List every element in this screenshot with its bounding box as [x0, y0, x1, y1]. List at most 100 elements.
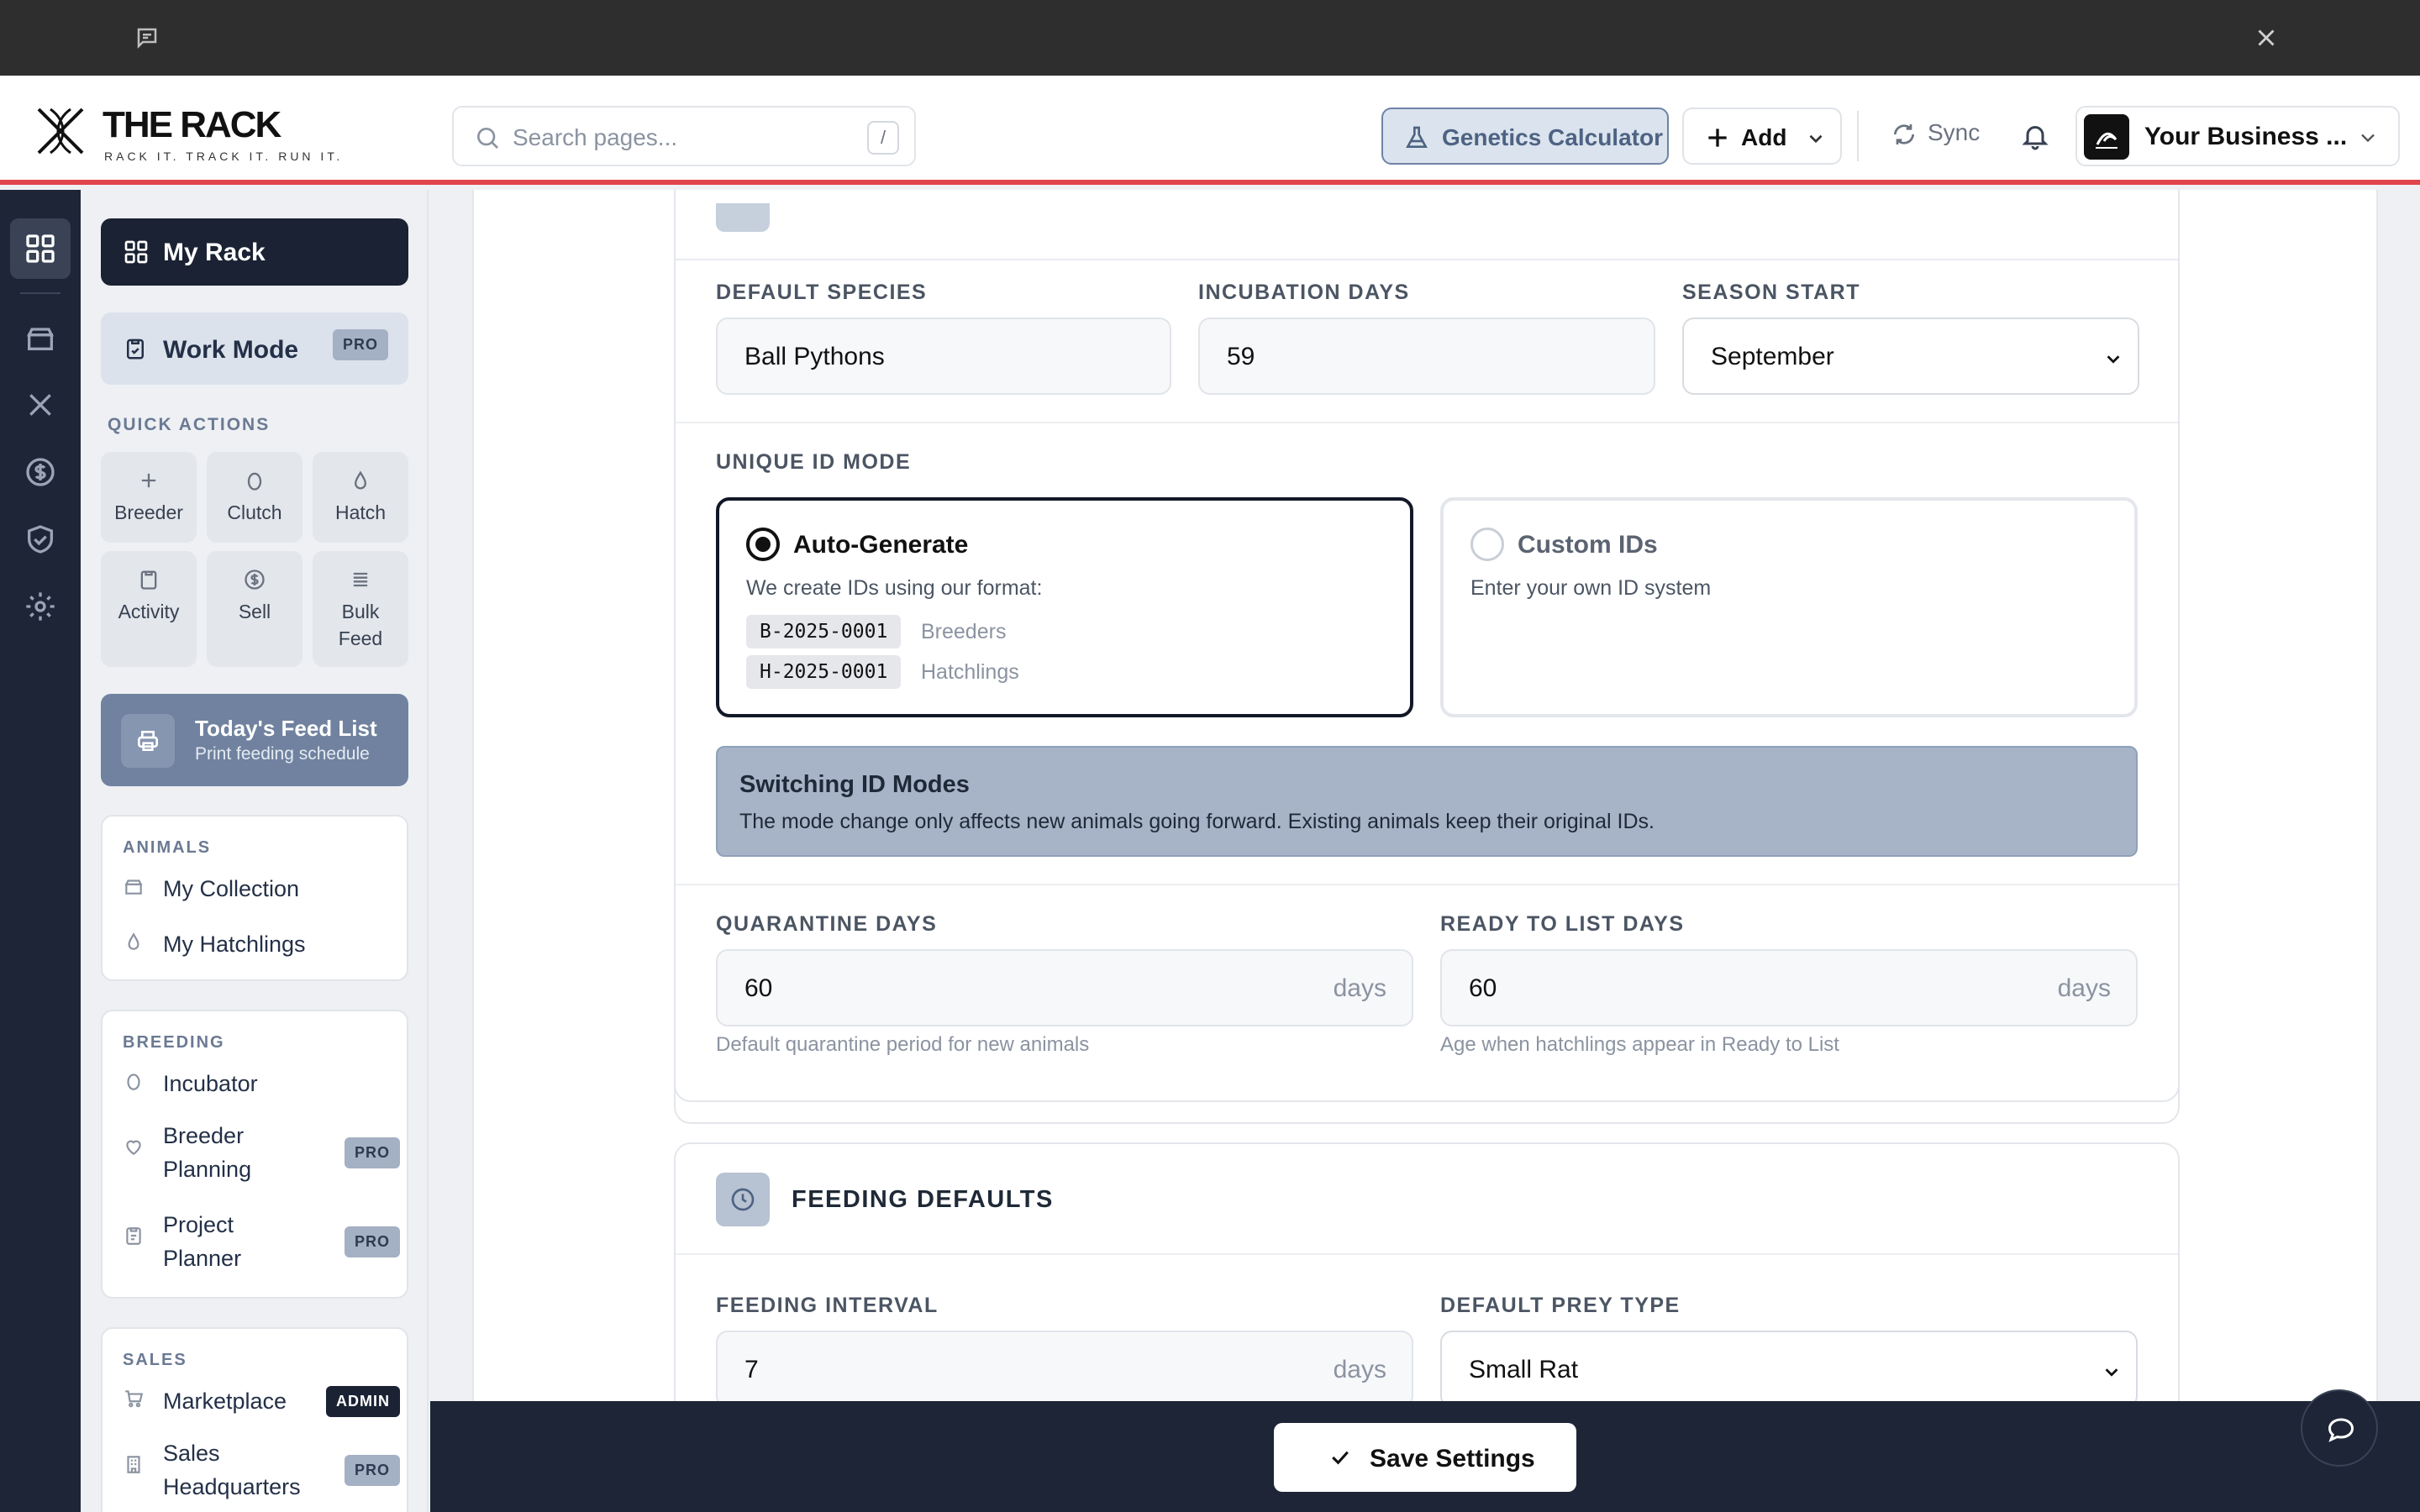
sidebar-item-marketplace[interactable]: Marketplace ADMIN [123, 1384, 400, 1418]
pro-badge: PRO [344, 1137, 400, 1168]
check-icon [1332, 1451, 1349, 1465]
divider [676, 422, 2178, 423]
clipboard-icon [140, 570, 157, 590]
search-input[interactable] [513, 119, 849, 156]
business-logo-icon [2096, 132, 2118, 149]
ready-to-list-help-text: Age when hatchlings appear in Ready to L… [1440, 1033, 1839, 1056]
quick-action-label: Bulk Feed [338, 601, 383, 649]
default-prey-type-label: DEFAULT PREY TYPE [1440, 1294, 1681, 1317]
default-species-field[interactable]: Ball Pythons [716, 318, 1171, 395]
sidebar-item-project-planner[interactable]: Project Planner PRO [123, 1208, 400, 1275]
header-divider [1857, 111, 1859, 161]
sidebar-item-label: Project Planner [163, 1212, 242, 1271]
search-box[interactable]: / [452, 106, 916, 166]
days-unit: days [1333, 974, 1386, 1002]
bell-icon[interactable] [2020, 121, 2050, 151]
save-settings-button[interactable]: Save Settings [1274, 1423, 1576, 1492]
genetics-calculator-button[interactable]: Genetics Calculator [1381, 108, 1669, 165]
box-icon[interactable] [24, 321, 57, 354]
quick-action-bulk-feed[interactable]: Bulk Feed [313, 551, 408, 667]
sidebar-item-my-hatchlings[interactable]: My Hatchlings [123, 927, 400, 961]
chevron-down-icon [1809, 134, 1823, 144]
quarantine-help-text: Default quarantine period for new animal… [716, 1033, 1090, 1056]
business-avatar [2084, 114, 2129, 160]
quick-action-breeder[interactable]: Breeder [101, 452, 197, 543]
incubation-days-field[interactable]: 59 [1198, 318, 1655, 395]
id-mode-auto-generate[interactable]: Auto-Generate We create IDs using our fo… [716, 497, 1413, 717]
sync-label: Sync [1928, 119, 1981, 145]
sidebar: My Rack Work Mode PRO QUICK ACTIONS Bree… [81, 190, 429, 1512]
my-rack-button[interactable]: My Rack [101, 218, 408, 286]
quick-action-clutch[interactable]: Clutch [207, 452, 302, 543]
work-mode-label: Work Mode [163, 336, 299, 364]
clipboard-icon [126, 1227, 141, 1245]
grid-icon [124, 240, 148, 264]
quick-action-label: Sell [238, 601, 271, 622]
auto-generate-title: Auto-Generate [793, 531, 969, 559]
feed-list-title: Today's Feed List [195, 716, 377, 741]
genetics-calculator-label: Genetics Calculator [1442, 124, 1663, 150]
feed-list-icon-box [121, 714, 175, 768]
sidebar-item-breeder-planning[interactable]: Breeder Planning PRO [123, 1119, 400, 1186]
rail-separator [20, 292, 60, 294]
radio-selected[interactable] [746, 528, 780, 561]
sidebar-item-label: Incubator [163, 1071, 258, 1096]
auto-generate-description: We create IDs using our format: [746, 576, 1043, 600]
shield-icon[interactable] [24, 522, 57, 556]
sidebar-item-sales-headquarters[interactable]: Sales Headquarters PRO [123, 1436, 400, 1504]
radio-unselected[interactable] [1470, 528, 1504, 561]
egg-icon [127, 1074, 140, 1090]
animals-section: ANIMALS My Collection My Hatchlings [101, 815, 408, 981]
sales-section: SALES Marketplace ADMIN Sales Headquarte… [101, 1327, 408, 1512]
drop-icon [354, 470, 367, 490]
gear-icon[interactable] [24, 590, 57, 623]
feedback-icon[interactable] [134, 25, 160, 50]
chevron-down-icon [2105, 1368, 2118, 1377]
quarantine-days-field[interactable]: 60 days [716, 949, 1413, 1026]
sidebar-item-label: My Hatchlings [163, 932, 306, 957]
feed-list-subtitle: Print feeding schedule [195, 744, 370, 764]
dollar-circle-icon[interactable] [24, 455, 57, 489]
chat-support-button[interactable] [2301, 1389, 2378, 1467]
flask-icon [1406, 126, 1428, 148]
search-shortcut-badge: / [867, 121, 899, 155]
season-start-label: SEASON START [1682, 281, 1860, 304]
feeding-interval-label: FEEDING INTERVAL [716, 1294, 939, 1317]
breeding-x-icon[interactable] [24, 388, 57, 422]
grid-icon[interactable] [24, 232, 57, 265]
printer-icon [138, 731, 158, 751]
days-unit: days [2057, 974, 2111, 1002]
breeder-id-code: B-2025-0001 [746, 615, 902, 648]
system-bar [0, 0, 2420, 76]
add-button[interactable]: Add [1682, 108, 1842, 165]
quick-action-sell[interactable]: Sell [207, 551, 302, 667]
sidebar-item-my-collection[interactable]: My Collection [123, 872, 400, 906]
todays-feed-list-card[interactable]: Today's Feed List Print feeding schedule [101, 694, 408, 786]
default-prey-type-select[interactable]: Small Rat [1440, 1331, 2138, 1408]
search-icon [477, 128, 498, 149]
pro-badge: PRO [344, 1455, 400, 1486]
quick-action-label: Clutch [227, 501, 282, 523]
feeding-interval-field[interactable]: 7 days [716, 1331, 1413, 1408]
my-rack-label: My Rack [163, 239, 266, 266]
sales-caption: SALES [123, 1351, 187, 1369]
pro-badge: PRO [332, 329, 388, 360]
sidebar-item-incubator[interactable]: Incubator [123, 1067, 400, 1100]
close-icon[interactable] [2252, 24, 2281, 52]
panel-edge [674, 190, 676, 1082]
drop-icon [128, 932, 139, 950]
save-bar: Save Settings [430, 1401, 2420, 1512]
clock-icon [731, 1188, 755, 1211]
season-start-value: September [1711, 343, 1834, 370]
note-body: The mode change only affects new animals… [739, 810, 1655, 833]
ready-to-list-field[interactable]: 60 days [1440, 949, 2138, 1026]
id-mode-custom[interactable]: Custom IDs Enter your own ID system [1440, 497, 2138, 717]
business-name: Your Business ... [2144, 123, 2348, 150]
quick-action-hatch[interactable]: Hatch [313, 452, 408, 543]
quick-action-activity[interactable]: Activity [101, 551, 197, 667]
work-mode-button[interactable]: Work Mode PRO [101, 312, 408, 385]
box-icon [124, 879, 143, 895]
quarantine-days-label: QUARANTINE DAYS [716, 912, 938, 936]
business-switcher[interactable]: Your Business ... [2075, 106, 2400, 166]
season-start-select[interactable]: September [1682, 318, 2139, 395]
